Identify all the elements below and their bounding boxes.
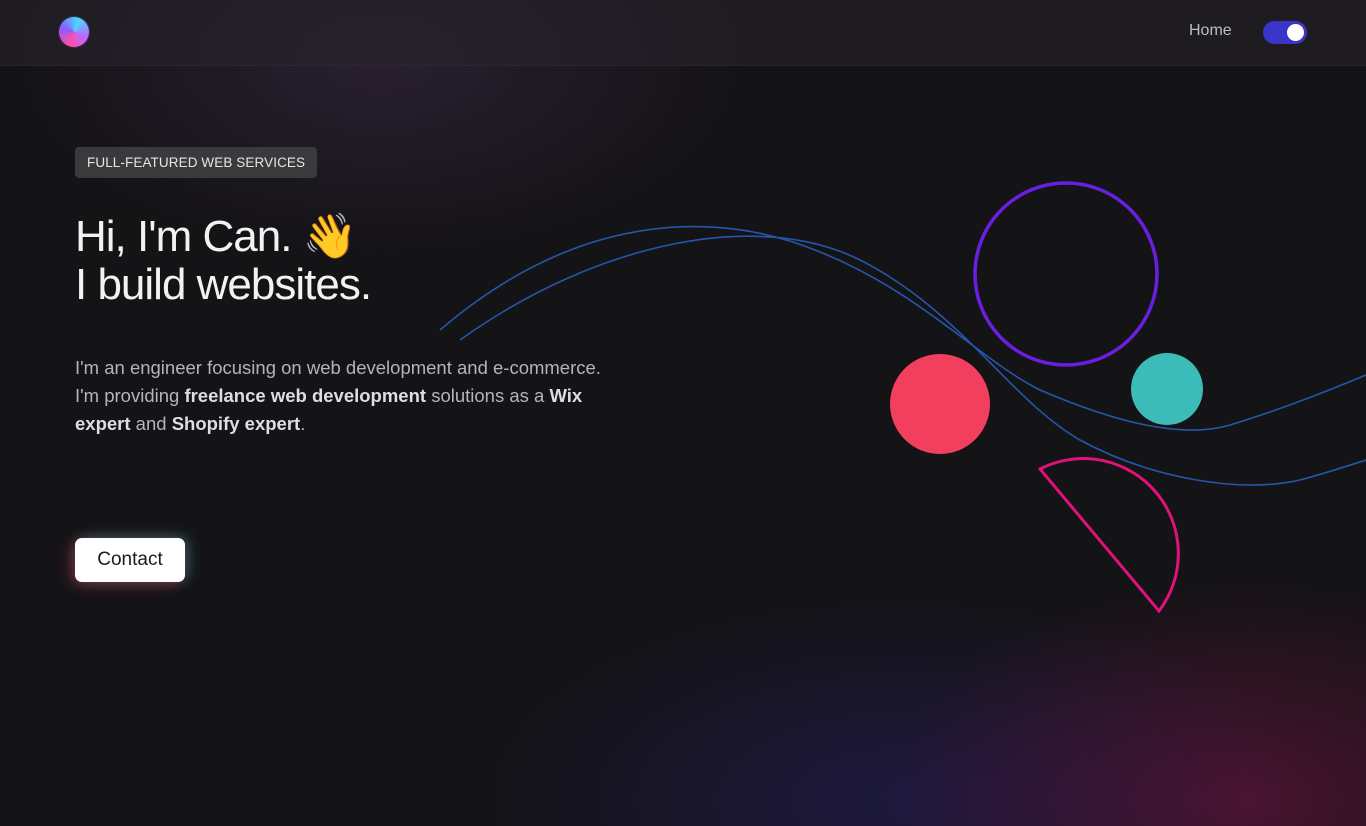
headline-line-1: Hi, I'm Can. 👋 [75, 212, 357, 261]
hero-headline: Hi, I'm Can. 👋 I build websites. [75, 212, 372, 309]
headline-line-2: I build websites. [75, 260, 372, 309]
intro-text-4: . [300, 413, 306, 434]
intro-text-1: I'm providing [75, 385, 185, 406]
intro-paragraph-1: I'm an engineer focusing on web developm… [75, 357, 601, 378]
intro-paragraph-2: I'm providing freelance web development … [75, 382, 610, 438]
intro-text-2: solutions as a [426, 385, 550, 406]
pink-semicircle [1037, 457, 1180, 614]
hero-intro: I'm an engineer focusing on web developm… [75, 354, 610, 438]
shopify-highlight: Shopify expert [171, 413, 301, 434]
freelance-highlight: freelance web development [184, 385, 427, 406]
purple-ring [973, 181, 1159, 367]
contact-button[interactable]: Contact [75, 538, 185, 582]
red-circle [890, 354, 990, 454]
services-badge: FULL-FEATURED WEB SERVICES [75, 147, 318, 178]
teal-circle [1131, 353, 1203, 425]
intro-text-3: and [130, 413, 172, 434]
